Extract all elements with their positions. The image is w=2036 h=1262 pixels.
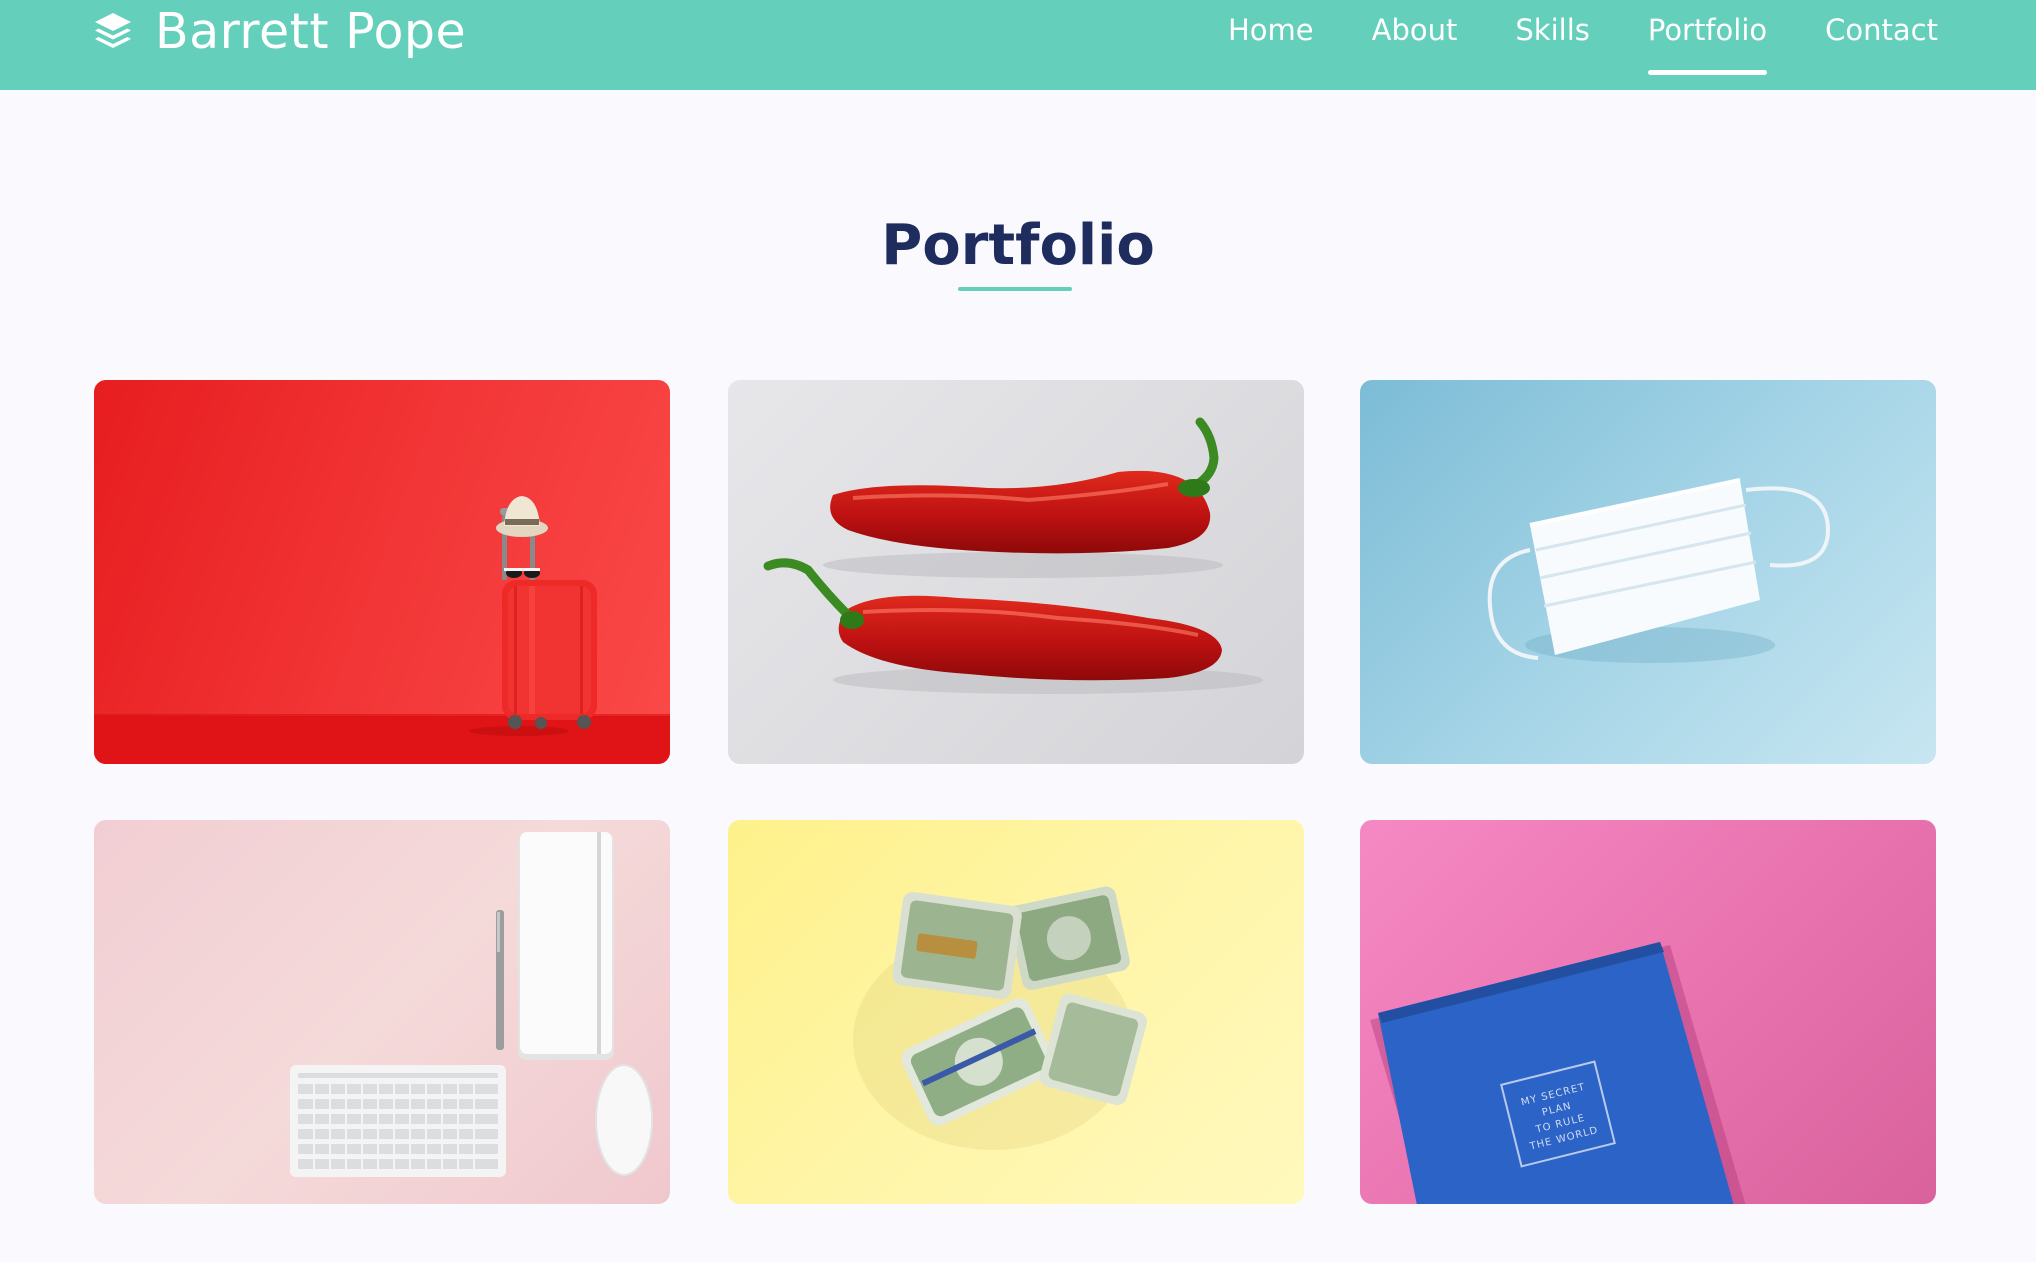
money-rolls-image bbox=[853, 886, 1147, 1150]
section-title: Portfolio bbox=[881, 213, 1155, 278]
nav-link-about[interactable]: About bbox=[1372, 0, 1458, 90]
brand-link[interactable]: Barrett Pope bbox=[93, 0, 466, 62]
portfolio-item-face-mask[interactable] bbox=[1360, 380, 1936, 764]
title-underline bbox=[958, 287, 1072, 291]
nav-link-skills[interactable]: Skills bbox=[1515, 0, 1589, 90]
top-navbar: Barrett Pope Home About Skills Portfolio… bbox=[0, 0, 2036, 90]
red-peppers-image bbox=[763, 417, 1263, 694]
nav-link-home[interactable]: Home bbox=[1228, 0, 1314, 90]
nav-link-portfolio[interactable]: Portfolio bbox=[1647, 0, 1768, 90]
keyboard-notebook-image bbox=[290, 832, 653, 1177]
face-mask-image bbox=[1487, 478, 1831, 663]
layers-icon bbox=[93, 11, 133, 51]
red-suitcase-image bbox=[94, 496, 670, 764]
nav-link-contact[interactable]: Contact bbox=[1825, 0, 1938, 90]
portfolio-item-keyboard-notebook[interactable] bbox=[94, 820, 670, 1204]
portfolio-item-red-suitcase[interactable] bbox=[94, 380, 670, 764]
blue-notebook-image: MY SECRET PLAN TO RULE THE WORLD bbox=[1370, 942, 1746, 1204]
portfolio-item-red-peppers[interactable] bbox=[728, 380, 1304, 764]
nav-menu: Home About Skills Portfolio Contact bbox=[1170, 0, 1938, 90]
portfolio-item-blue-notebook[interactable]: MY SECRET PLAN TO RULE THE WORLD bbox=[1360, 820, 1936, 1204]
brand-name: Barrett Pope bbox=[155, 2, 467, 60]
portfolio-item-money-rolls[interactable] bbox=[728, 820, 1304, 1204]
